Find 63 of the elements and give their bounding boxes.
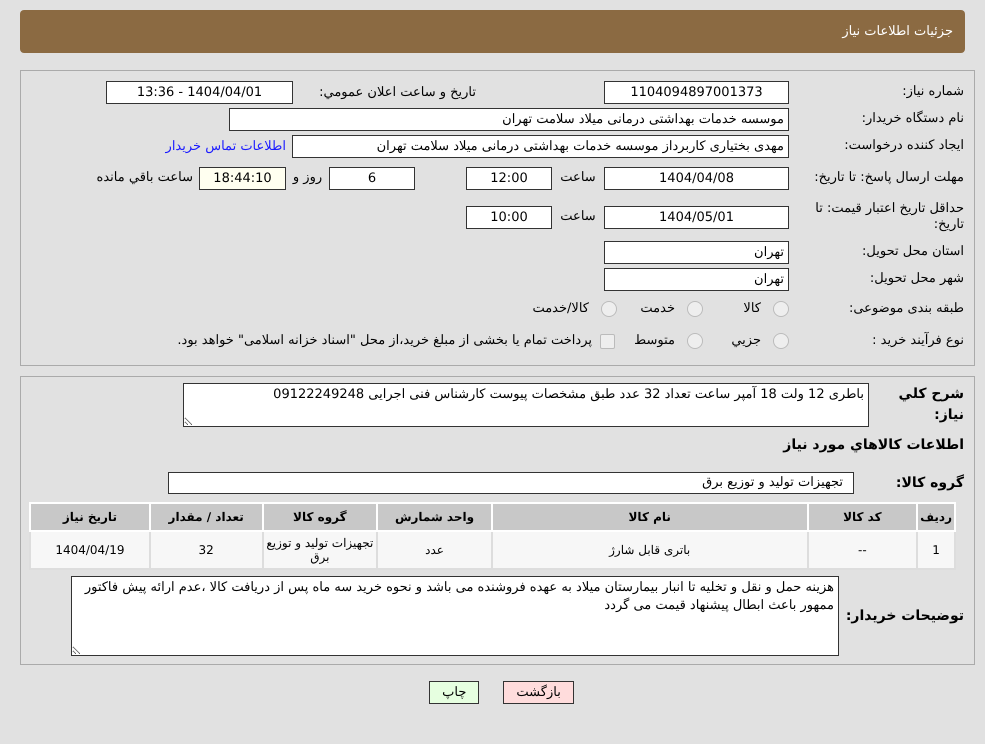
radio-button[interactable] <box>687 301 703 317</box>
table-cell: باتری قابل شارژ <box>492 531 808 569</box>
column-header: تاریخ نیاز <box>30 503 150 531</box>
table-cell: تجهیزات تولید و توزیع برق <box>262 531 378 569</box>
column-header: ردیف <box>917 503 955 531</box>
need-number-field: 1104094897001373 <box>604 81 789 104</box>
buyer-field: موسسه خدمات بهداشتی درمانی میلاد سلامت تهران <box>229 108 789 131</box>
field-label: نوع فرآیند خرید : <box>871 332 964 350</box>
province-field: تهران <box>604 241 789 264</box>
field-label: مهلت ارسال پاسخ: تا تاریخ: <box>813 170 964 186</box>
section-title: اطلاعات کالاهاي مورد نیاز <box>783 436 964 455</box>
payment-note: پرداخت تمام یا بخشی از مبلغ خرید،از محل "اسناد خزانه اسلامی" خواهد بود. <box>177 332 592 350</box>
back-button[interactable]: بازگشت <box>503 681 574 704</box>
table-cell: 32 <box>150 531 262 569</box>
buyer-contact-link[interactable]: اطلاعات تماس خریدار <box>166 136 286 156</box>
column-header: کد کالا <box>808 503 918 531</box>
print-button[interactable]: چاپ <box>429 681 480 704</box>
field-label: استان محل تحویل: <box>861 244 964 261</box>
buyer-notes-field[interactable]: هزینه حمل و نقل و تخلیه تا انبار بیمارستان میلاد به عهده فروشنده می باشد و نحوه خرید سه ماه پس از دریافت کالا ،عدم ارائه پیش فاکتور ممهور باعث ابطال پیشنهاد قیمت می گردد <box>71 576 839 656</box>
time-label: ساعت <box>559 208 597 226</box>
table-cell: عدد <box>377 531 492 569</box>
field-label: حداقل تاریخ اعتبار قیمت: تا تاریخ: <box>814 200 964 234</box>
radio-label: متوسط <box>635 332 675 350</box>
column-header: واحد شمارش <box>377 503 492 531</box>
radio-button[interactable] <box>773 301 789 317</box>
time-label: ساعت <box>559 169 597 188</box>
field-label: گروه کالا: <box>894 473 964 492</box>
announce-date-field: 1404/04/01 - 13:36 <box>106 81 293 104</box>
field-label: شرح کلي نیاز: <box>898 385 964 425</box>
radio-button[interactable] <box>687 333 703 349</box>
radio-label: کالا <box>742 300 761 318</box>
radio-label: خدمت <box>639 300 675 318</box>
field-label: شهر محل تحویل: <box>868 271 964 288</box>
field-label: توضیحات خریدار: <box>844 606 964 626</box>
days-field: 6 <box>329 166 415 190</box>
column-header: گروه کالا <box>262 503 378 531</box>
field-label: ایجاد کننده درخواست: <box>843 138 964 155</box>
radio-button[interactable] <box>773 333 789 349</box>
creator-field: مهدی بختیاری کاربرداز موسسه خدمات بهداشتی درمانی میلاد سلامت تهران <box>292 135 789 158</box>
table-cell: 1404/04/19 <box>30 531 150 569</box>
field-label: شماره نیاز: <box>901 84 964 101</box>
field-label: تاریخ و ساعت اعلان عمومي: <box>318 84 476 102</box>
time-field: 10:00 <box>466 206 552 228</box>
days-label: روز و <box>291 169 324 188</box>
page-title: جزئیات اطلاعات نیاز <box>842 22 953 41</box>
city-field: تهران <box>604 268 789 291</box>
description-field[interactable]: باطری 12 ولت 18 آمپر ساعت تعداد 32 عدد طبق مشخصات پیوست کارشناس فنی اجرایی 09122249248 <box>183 383 869 427</box>
column-header: نام کالا <box>492 503 808 531</box>
table-cell: -- <box>808 531 918 569</box>
remaining-time-field: 18:44:10 <box>199 166 286 190</box>
time-field: 12:00 <box>466 166 552 190</box>
checkbox[interactable] <box>600 334 615 348</box>
column-header: تعداد / مقدار <box>150 503 262 531</box>
date-field: 1404/05/01 <box>604 206 789 228</box>
radio-label: کالا/خدمت <box>531 300 589 318</box>
table-cell: 1 <box>917 531 955 569</box>
remaining-label: ساعت باقي مانده <box>96 169 193 188</box>
radio-button[interactable] <box>601 301 617 317</box>
radio-label: جزيي <box>730 332 761 350</box>
field-label: طبقه بندی موضوعی: <box>848 300 964 318</box>
goods-group-field: تجهیزات تولید و توزیع برق <box>168 472 854 494</box>
date-field: 1404/04/08 <box>604 166 789 190</box>
field-label: نام دستگاه خریدار: <box>860 111 964 128</box>
